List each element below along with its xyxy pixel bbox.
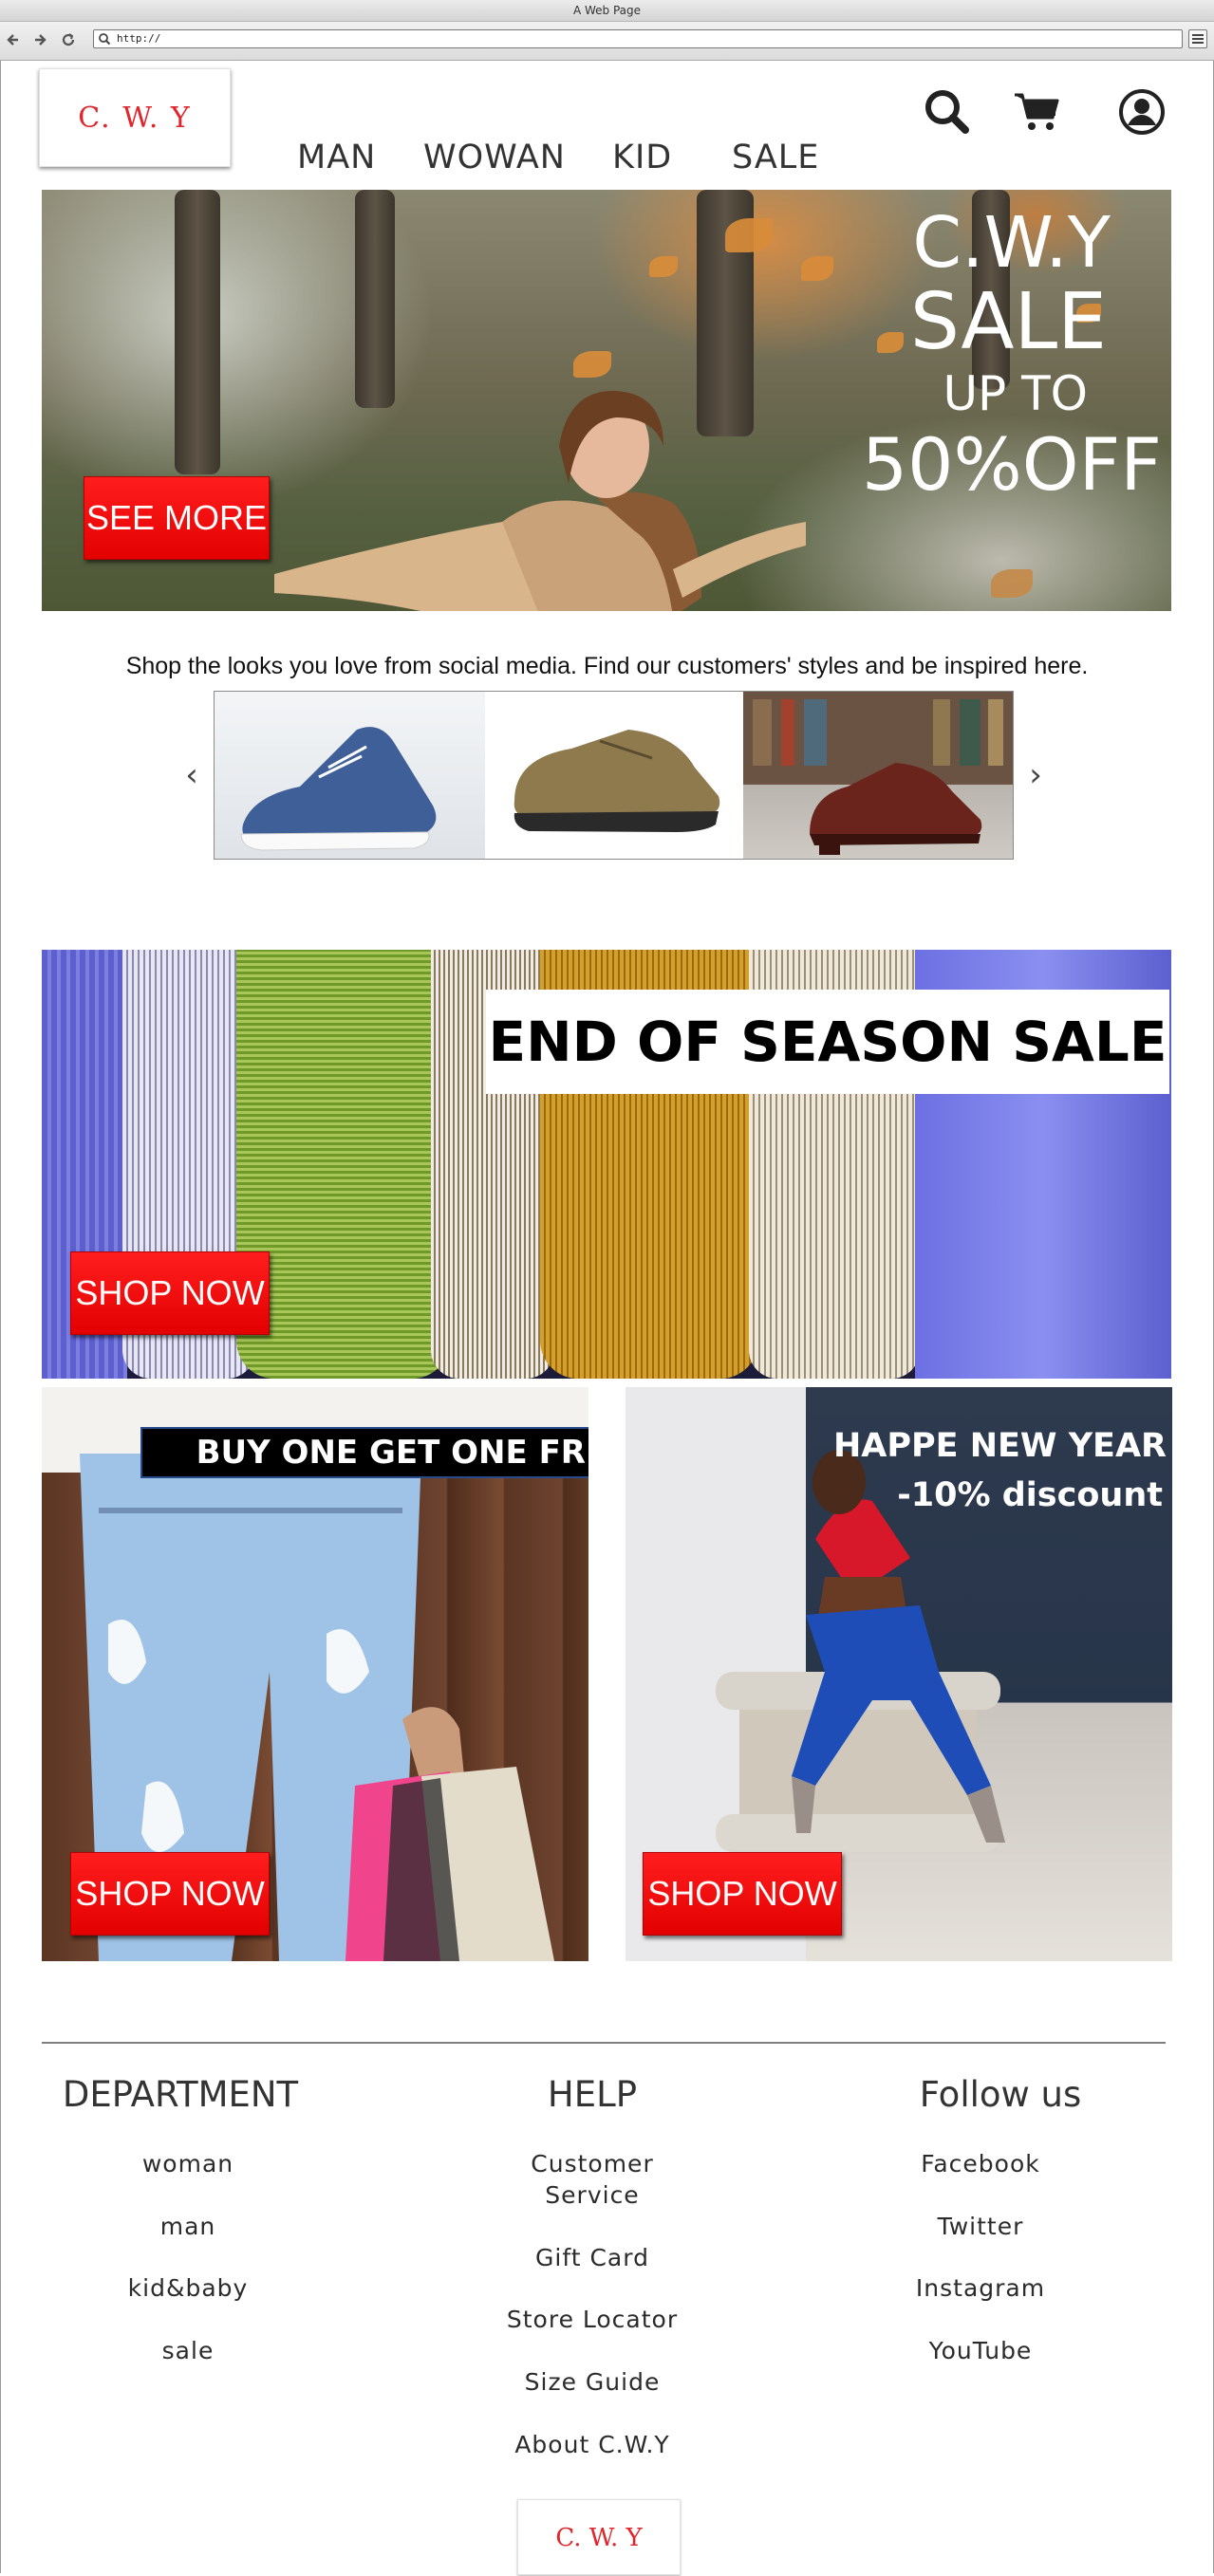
- new-year-discount: -10% discount: [897, 1476, 1163, 1514]
- window-title: A Web Page: [0, 0, 1214, 22]
- search-icon[interactable]: [923, 87, 972, 137]
- forward-arrow-icon: [35, 34, 47, 46]
- footer-link-customer-service-line2: Service: [545, 2181, 640, 2209]
- bogo-title: BUY ONE GET ONE FREE: [140, 1427, 588, 1478]
- footer-link-instagram[interactable]: Instagram: [838, 2272, 1123, 2304]
- season-sale-banner: END OF SEASON SALE SHOP NOW: [42, 950, 1171, 1379]
- footer-link-woman[interactable]: woman: [46, 2148, 330, 2179]
- new-year-shop-now-button[interactable]: SHOP NOW: [643, 1852, 842, 1936]
- see-more-button[interactable]: SEE MORE: [84, 476, 270, 560]
- forward-button[interactable]: [32, 29, 47, 50]
- carousel-next-button[interactable]: ›: [1021, 754, 1050, 796]
- hero-discount: 50%OFF: [861, 422, 1162, 507]
- shoe-carousel: [214, 691, 1014, 860]
- address-bar[interactable]: http://: [93, 29, 1183, 48]
- footer-divider: [42, 2042, 1166, 2044]
- season-sale-title: END OF SEASON SALE: [486, 990, 1169, 1094]
- footer-link-customer-service-line1: Customer: [531, 2150, 654, 2178]
- site-logo[interactable]: C. W. Y: [39, 68, 231, 167]
- carousel-item[interactable]: [486, 692, 742, 859]
- footer-link-gift-card[interactable]: Gift Card: [450, 2242, 735, 2273]
- footer-link-man[interactable]: man: [46, 2211, 330, 2242]
- hero-banner: C.W.Y SALE UP TO 50%OFF SEE MORE: [42, 190, 1171, 611]
- reload-icon: [62, 33, 75, 46]
- hero-up-to: UP TO: [943, 366, 1088, 421]
- inspiration-tagline: Shop the looks you love from social medi…: [125, 653, 1089, 679]
- footer-logo[interactable]: C. W. Y: [517, 2499, 681, 2575]
- url-text: http://: [117, 32, 161, 45]
- footer-heading-help: HELP: [547, 2074, 638, 2115]
- bogo-shop-now-button[interactable]: SHOP NOW: [70, 1852, 270, 1936]
- carousel-item[interactable]: [215, 692, 485, 859]
- back-button[interactable]: [6, 29, 21, 50]
- footer-link-twitter[interactable]: Twitter: [838, 2211, 1123, 2242]
- footer-heading-follow: Follow us: [919, 2074, 1082, 2115]
- footer-link-sale[interactable]: sale: [46, 2335, 330, 2366]
- account-icon[interactable]: [1117, 87, 1167, 137]
- carousel-prev-button[interactable]: ‹: [177, 754, 206, 796]
- new-year-headline: HAPPE NEW YEAR: [832, 1427, 1167, 1465]
- nav-kid[interactable]: KID: [612, 139, 672, 176]
- footer-link-store-locator[interactable]: Store Locator: [450, 2304, 735, 2335]
- footer-heading-department: DEPARTMENT: [62, 2074, 299, 2115]
- back-arrow-icon: [7, 34, 18, 46]
- hero-model-image: [274, 390, 806, 611]
- nav-man[interactable]: MAN: [297, 139, 376, 176]
- nav-wowan[interactable]: WOWAN: [423, 139, 566, 176]
- carousel-item[interactable]: [743, 692, 1013, 859]
- reload-button[interactable]: [61, 29, 76, 50]
- season-shop-now-button[interactable]: SHOP NOW: [70, 1251, 270, 1335]
- footer-link-facebook[interactable]: Facebook: [838, 2148, 1123, 2179]
- browser-toolbar: http://: [0, 22, 1214, 61]
- hero-sale-word: SALE: [909, 277, 1107, 367]
- browser-menu-button[interactable]: [1188, 29, 1207, 48]
- footer-link-kid-baby[interactable]: kid&baby: [46, 2272, 330, 2304]
- footer-link-customer-service[interactable]: Customer Service: [450, 2148, 735, 2211]
- footer-link-size-guide[interactable]: Size Guide: [450, 2366, 735, 2398]
- hero-brand: C.W.Y: [912, 202, 1111, 284]
- new-year-promo-tile: HAPPE NEW YEAR -10% discount SHOP NOW: [626, 1387, 1172, 1961]
- cart-icon[interactable]: [1012, 87, 1061, 137]
- nav-sale[interactable]: SALE: [732, 139, 819, 176]
- bogo-promo-tile: BUY ONE GET ONE FREE SHOP NOW: [42, 1387, 588, 1961]
- footer-link-youtube[interactable]: YouTube: [838, 2335, 1123, 2366]
- search-icon: [99, 33, 111, 46]
- footer-link-about[interactable]: About C.W.Y: [450, 2429, 735, 2460]
